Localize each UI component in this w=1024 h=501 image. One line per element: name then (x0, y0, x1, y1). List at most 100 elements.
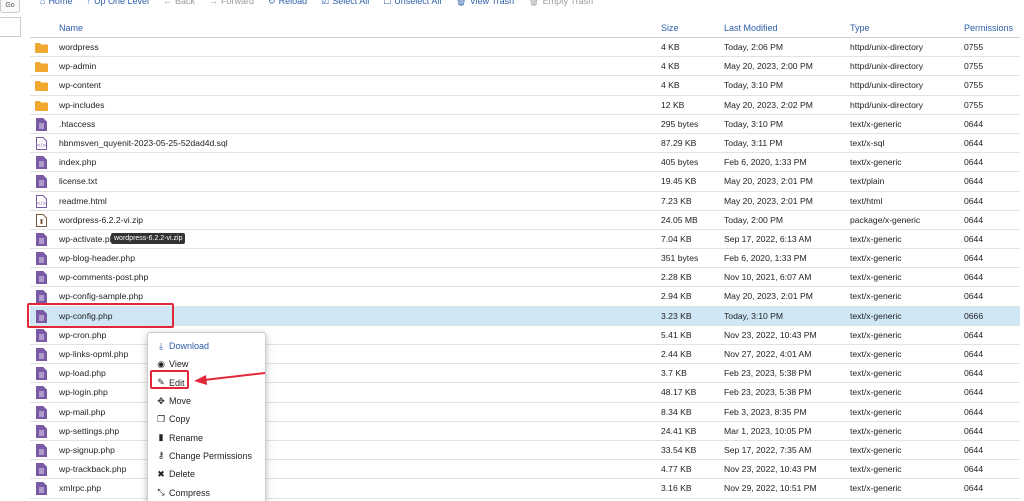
file-type: text/x-generic (850, 368, 902, 379)
text-file-icon (36, 386, 47, 400)
toolbar-empty-trash-button[interactable]: 🗑 Empty Trash (528, 0, 593, 7)
file-permissions: 0755 (964, 99, 984, 110)
trash-icon: 🗑 (455, 0, 467, 6)
menu-item-download[interactable]: ⤓ Download (148, 337, 265, 355)
file-size: 19.45 KB (661, 176, 697, 187)
file-permissions: 0644 (964, 406, 984, 417)
column-header-modified[interactable]: Last Modified (724, 23, 778, 33)
toolbar-unselect-all-button[interactable]: ☐ Unselect All (383, 0, 441, 7)
menu-item-compress[interactable]: ⤡ Compress (148, 483, 265, 501)
column-header-permissions[interactable]: Permissions (964, 23, 1013, 33)
code-file-icon: </> (36, 194, 47, 208)
file-name: hbnmsven_quyenit-2023-05-25-52dad4d.sql (59, 137, 228, 148)
file-name: .htaccess (59, 118, 96, 129)
file-name: wp-admin (59, 61, 97, 72)
file-modified: Feb 6, 2020, 1:33 PM (724, 157, 807, 168)
checkbox-checked-icon: ☑ (321, 0, 330, 6)
file-modified: Feb 3, 2023, 8:35 PM (724, 406, 807, 417)
menu-item-label: Move (169, 396, 192, 407)
file-row[interactable]: wp-comments-post.php 2.28 KB Nov 10, 2021,… (30, 268, 1020, 288)
file-modified: Today, 3:10 PM (724, 118, 784, 129)
toolbar-view-trash-button[interactable]: 🗑 View Trash (455, 0, 514, 7)
file-modified: Nov 10, 2021, 6:07 AM (724, 272, 812, 283)
file-type: text/x-generic (850, 425, 902, 436)
file-size: 24.05 MB (661, 214, 698, 225)
text-file-icon (36, 271, 47, 285)
toolbar-back-button[interactable]: ← Back (163, 0, 195, 7)
file-permissions: 0644 (964, 329, 984, 340)
file-type: text/x-sql (850, 137, 885, 148)
file-row[interactable]: wp-includes 12 KB May 20, 2023, 2:02 PM htt… (30, 95, 1020, 115)
home-icon: ⌂ (40, 0, 46, 6)
file-modified: Today, 3:11 PM (724, 137, 783, 148)
file-row[interactable]: .htaccess 295 bytes Today, 3:10 PM text/x-g… (30, 114, 1020, 134)
file-size: 4 KB (661, 42, 680, 52)
toolbar-label: Empty Trash (542, 0, 594, 6)
file-name: wp-mail.php (59, 406, 106, 417)
menu-item-label: Delete (169, 469, 196, 480)
file-type: text/x-generic (850, 291, 902, 302)
file-row[interactable]: wordpress-6.2.2-vi.zip 24.05 MB Today, 2:0… (30, 210, 1020, 230)
file-type: text/plain (850, 176, 885, 187)
file-type: text/x-generic (850, 406, 902, 417)
column-header-name[interactable]: Name (59, 23, 83, 33)
column-header-size[interactable]: Size (661, 23, 679, 33)
file-row[interactable]: </> readme.html 7.23 KB May 20, 2023, 2:01 … (30, 191, 1020, 211)
menu-item-rename[interactable]: ▮ Rename (148, 428, 265, 446)
file-row[interactable]: wp-content 4 KB Today, 3:10 PM httpd/unix-d… (30, 76, 1020, 96)
toolbar-label: Up One Level (93, 0, 149, 6)
column-header-type[interactable]: Type (850, 23, 870, 33)
file-permissions: 0644 (964, 464, 984, 475)
file-permissions: 0644 (964, 137, 984, 148)
toolbar-select-all-button[interactable]: ☑ Select All (321, 0, 369, 7)
file-size: 295 bytes (661, 118, 699, 129)
file-row[interactable]: </> hbnmsven_quyenit-2023-05-25-52dad4d.s… (30, 133, 1020, 154)
menu-item-copy[interactable]: ❐ Copy (148, 410, 265, 428)
file-size: 3.7 KB (661, 368, 687, 379)
file-row[interactable]: index.php 405 bytes Feb 6, 2020, 1:33 PM te… (30, 153, 1020, 173)
file-permissions: 0644 (964, 195, 984, 206)
toolbar-up-one-level-button[interactable]: ↑ Up One Level (86, 0, 149, 7)
file-size: 33.54 KB (661, 444, 697, 455)
file-row[interactable]: wp-admin 4 KB May 20, 2023, 2:00 PM httpd/u… (30, 57, 1020, 77)
file-row[interactable]: wp-config-sample.php 2.94 KB May 20, 2023,… (30, 287, 1020, 307)
file-name: wp-links-opml.php (59, 349, 129, 359)
file-row[interactable]: license.txt 19.45 KB May 20, 2023, 2:01 PM… (30, 172, 1020, 192)
toolbar-home-button[interactable]: ⌂ Home (40, 0, 72, 7)
file-size: 4 KB (661, 61, 680, 72)
file-permissions: 0644 (964, 349, 984, 359)
folder-icon (35, 62, 48, 73)
menu-item-label: Download (169, 341, 210, 352)
edit-highlight (150, 370, 189, 389)
file-name: wp-cron.php (59, 329, 107, 340)
file-modified: Mar 1, 2023, 10:05 PM (724, 425, 812, 436)
toolbar-reload-button[interactable]: ↻ Reload (268, 0, 307, 7)
file-name: readme.html (59, 195, 107, 206)
text-file-icon (36, 482, 47, 496)
path-input[interactable] (0, 17, 21, 37)
menu-item-label: View (169, 359, 189, 370)
context-menu: ⤓ Download ◉ View ✎ Edit ✥ Move ❐ Copy ▮ Rename ⚷ Cha… (147, 332, 266, 501)
file-type: httpd/unix-directory (850, 80, 924, 91)
file-permissions: 0644 (964, 387, 984, 398)
toolbar-forward-button[interactable]: → Forward (209, 0, 254, 7)
menu-item-change-permissions[interactable]: ⚷ Change Permissions (148, 447, 265, 465)
file-name: wp-content (59, 80, 102, 91)
file-modified: Today, 3:10 PM (724, 80, 784, 91)
file-permissions: 0644 (964, 272, 984, 283)
go-area: Go (0, 0, 22, 40)
file-row[interactable]: wordpress 4 KB Today, 2:06 PM httpd/unix-di… (30, 38, 1020, 58)
file-permissions: 0644 (964, 368, 984, 379)
file-type: text/x-generic (850, 272, 902, 283)
file-size: 351 bytes (661, 253, 699, 264)
menu-item-delete[interactable]: ✖ Delete (148, 465, 265, 483)
file-size: 87.29 KB (661, 137, 697, 148)
menu-item-move[interactable]: ✥ Move (148, 392, 265, 410)
file-modified: Nov 23, 2022, 10:43 PM (724, 464, 817, 475)
file-row[interactable]: wp-config.php 3.23 KB Today, 3:10 PM text/x… (30, 306, 1020, 326)
file-permissions: 0755 (964, 61, 984, 72)
file-row[interactable]: wp-blog-header.php 351 bytes Feb 6, 2020, … (30, 249, 1020, 269)
file-name: wordpress (59, 42, 99, 52)
file-modified: Today, 3:10 PM (724, 310, 784, 321)
go-button[interactable]: Go (0, 0, 20, 13)
